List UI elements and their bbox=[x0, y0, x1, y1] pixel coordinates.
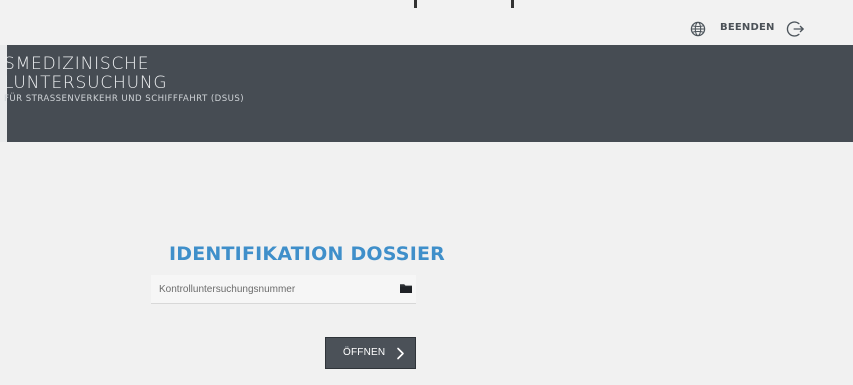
globe-icon[interactable] bbox=[690, 21, 706, 37]
exit-link[interactable]: BEENDEN bbox=[720, 22, 775, 33]
header-title-line-1: SMEDIZINISCHE bbox=[4, 54, 150, 74]
top-bar: BEENDEN bbox=[0, 0, 853, 45]
header-title-line-2: LUNTERSUCHUNG bbox=[4, 73, 168, 93]
top-edge-mark-right bbox=[511, 0, 514, 8]
logout-icon[interactable] bbox=[786, 19, 806, 39]
chevron-right-icon bbox=[397, 347, 404, 360]
folder-icon[interactable] bbox=[399, 282, 413, 294]
top-edge-mark-left bbox=[414, 0, 417, 8]
open-button[interactable]: ÖFFNEN bbox=[325, 337, 416, 369]
open-button-label: ÖFFNEN bbox=[343, 347, 386, 358]
page-root: BEENDEN SMEDIZINISCHE LUNTERSUCHUNG FÜR … bbox=[0, 0, 853, 385]
control-number-input[interactable] bbox=[159, 281, 389, 297]
page-title: IDENTIFIKATION DOSSIER bbox=[169, 242, 445, 265]
control-number-field bbox=[151, 275, 416, 304]
header-subtitle: FÜR STRASSENVERKEHR UND SCHIFFFAHRT (DSU… bbox=[4, 94, 245, 104]
